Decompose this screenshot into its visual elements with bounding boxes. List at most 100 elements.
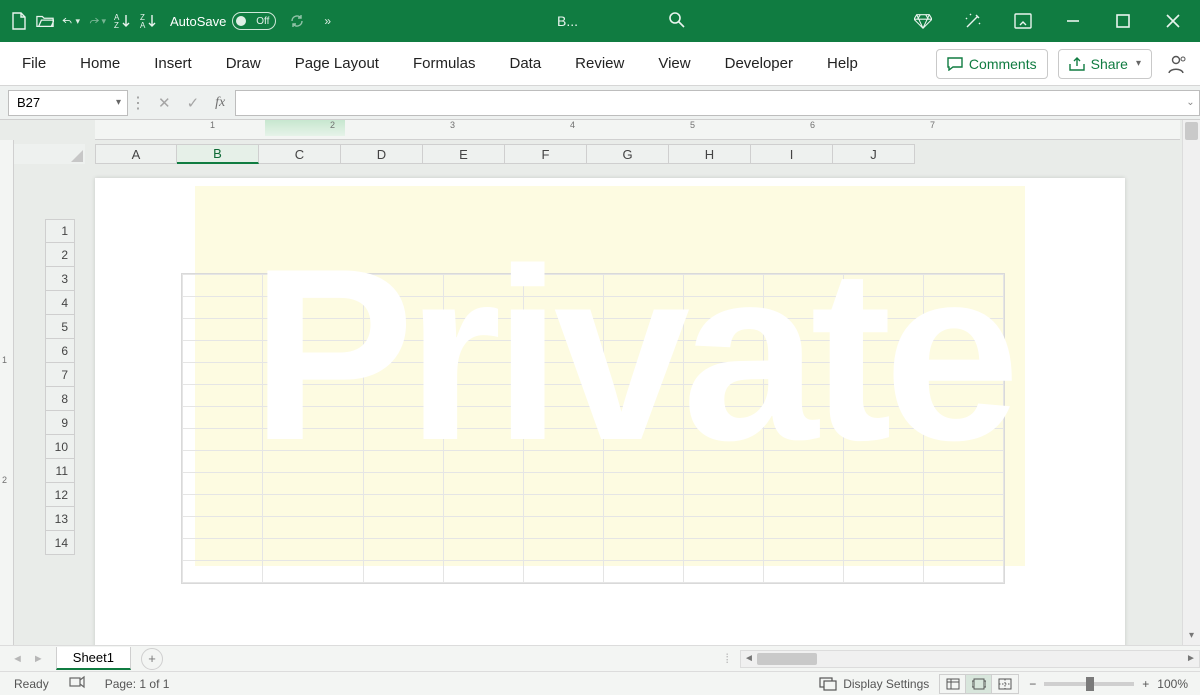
chevron-down-icon[interactable]: ▾ bbox=[116, 97, 121, 108]
cell[interactable] bbox=[263, 429, 364, 451]
cell[interactable] bbox=[603, 385, 683, 407]
column-header-j[interactable]: J bbox=[833, 144, 915, 164]
cell[interactable] bbox=[183, 473, 263, 495]
premium-diamond-icon[interactable] bbox=[914, 12, 932, 30]
maximize-icon[interactable] bbox=[1114, 12, 1132, 30]
cell[interactable] bbox=[843, 407, 923, 429]
cell[interactable] bbox=[183, 319, 263, 341]
share-button[interactable]: Share ▾ bbox=[1058, 49, 1152, 79]
cell[interactable] bbox=[263, 297, 364, 319]
cell[interactable] bbox=[603, 451, 683, 473]
cell[interactable] bbox=[523, 341, 603, 363]
cell[interactable] bbox=[763, 363, 843, 385]
cell[interactable] bbox=[523, 275, 603, 297]
splitter[interactable]: ⋮ bbox=[128, 93, 148, 113]
cell[interactable] bbox=[683, 363, 763, 385]
cell[interactable] bbox=[603, 429, 683, 451]
sync-icon[interactable] bbox=[288, 12, 306, 30]
tab-review[interactable]: Review bbox=[575, 55, 624, 72]
column-header-d[interactable]: D bbox=[341, 144, 423, 164]
cell[interactable] bbox=[523, 297, 603, 319]
cell[interactable] bbox=[843, 297, 923, 319]
cell[interactable] bbox=[923, 495, 1003, 517]
row-header-11[interactable]: 11 bbox=[45, 459, 75, 483]
cell[interactable] bbox=[443, 385, 523, 407]
cell[interactable] bbox=[763, 319, 843, 341]
sheet-tab-sheet1[interactable]: Sheet1 bbox=[56, 647, 131, 670]
cell[interactable] bbox=[443, 495, 523, 517]
cell[interactable] bbox=[363, 561, 443, 583]
cell[interactable] bbox=[183, 451, 263, 473]
horizontal-ruler[interactable]: 1234567 bbox=[95, 120, 1180, 140]
tab-home[interactable]: Home bbox=[80, 55, 120, 72]
cell[interactable] bbox=[843, 319, 923, 341]
cell[interactable] bbox=[183, 517, 263, 539]
cell[interactable] bbox=[923, 407, 1003, 429]
open-file-icon[interactable] bbox=[36, 12, 54, 30]
row-header-6[interactable]: 6 bbox=[45, 339, 75, 363]
sheet-nav-prev-icon[interactable]: ◄ bbox=[12, 653, 23, 665]
cell[interactable] bbox=[683, 561, 763, 583]
tab-formulas[interactable]: Formulas bbox=[413, 55, 476, 72]
name-box[interactable]: B27 ▾ bbox=[8, 90, 128, 116]
cell[interactable] bbox=[183, 297, 263, 319]
cell[interactable] bbox=[763, 451, 843, 473]
cell[interactable] bbox=[603, 407, 683, 429]
zoom-out-button[interactable]: − bbox=[1029, 677, 1036, 691]
cell[interactable] bbox=[603, 539, 683, 561]
cell[interactable] bbox=[363, 297, 443, 319]
cell[interactable] bbox=[683, 539, 763, 561]
tab-developer[interactable]: Developer bbox=[725, 55, 793, 72]
document-name[interactable]: B... bbox=[557, 13, 578, 29]
zoom-level[interactable]: 100% bbox=[1157, 677, 1188, 691]
ribbon-mode-icon[interactable] bbox=[1014, 12, 1032, 30]
view-pagelayout-button[interactable] bbox=[966, 675, 992, 693]
cell[interactable] bbox=[363, 385, 443, 407]
cell[interactable] bbox=[683, 319, 763, 341]
cell[interactable] bbox=[923, 473, 1003, 495]
new-file-icon[interactable] bbox=[10, 12, 28, 30]
cell[interactable] bbox=[923, 341, 1003, 363]
cell[interactable] bbox=[363, 495, 443, 517]
cell[interactable] bbox=[363, 319, 443, 341]
vertical-scrollbar[interactable]: ▾ bbox=[1182, 120, 1200, 645]
cell[interactable] bbox=[763, 429, 843, 451]
cell[interactable] bbox=[763, 407, 843, 429]
undo-icon[interactable]: ▾ bbox=[62, 12, 80, 30]
cell[interactable] bbox=[523, 319, 603, 341]
cell[interactable] bbox=[923, 561, 1003, 583]
cell[interactable] bbox=[443, 341, 523, 363]
cell[interactable] bbox=[923, 451, 1003, 473]
cell[interactable] bbox=[923, 429, 1003, 451]
row-header-9[interactable]: 9 bbox=[45, 411, 75, 435]
cell[interactable] bbox=[443, 275, 523, 297]
cell[interactable] bbox=[683, 517, 763, 539]
cell[interactable] bbox=[923, 297, 1003, 319]
sort-desc-icon[interactable]: ZA bbox=[140, 12, 158, 30]
redo-icon[interactable]: ▾ bbox=[88, 12, 106, 30]
cell[interactable] bbox=[263, 517, 364, 539]
cell[interactable] bbox=[523, 385, 603, 407]
cell[interactable] bbox=[443, 473, 523, 495]
cell[interactable] bbox=[923, 385, 1003, 407]
cell[interactable] bbox=[683, 451, 763, 473]
cell[interactable] bbox=[923, 517, 1003, 539]
expand-formula-icon[interactable]: ⌄ bbox=[1182, 90, 1200, 116]
cell[interactable] bbox=[603, 275, 683, 297]
cell[interactable] bbox=[443, 429, 523, 451]
cell[interactable] bbox=[843, 561, 923, 583]
cell[interactable] bbox=[683, 297, 763, 319]
row-header-5[interactable]: 5 bbox=[45, 315, 75, 339]
row-header-2[interactable]: 2 bbox=[45, 243, 75, 267]
cell[interactable] bbox=[263, 385, 364, 407]
row-header-1[interactable]: 1 bbox=[45, 219, 75, 243]
formula-input[interactable] bbox=[235, 90, 1182, 116]
tab-help[interactable]: Help bbox=[827, 55, 858, 72]
cell[interactable] bbox=[603, 517, 683, 539]
row-header-3[interactable]: 3 bbox=[45, 267, 75, 291]
cell[interactable] bbox=[443, 517, 523, 539]
cell[interactable] bbox=[183, 429, 263, 451]
cell[interactable] bbox=[263, 319, 364, 341]
cell[interactable] bbox=[183, 275, 263, 297]
column-header-i[interactable]: I bbox=[751, 144, 833, 164]
